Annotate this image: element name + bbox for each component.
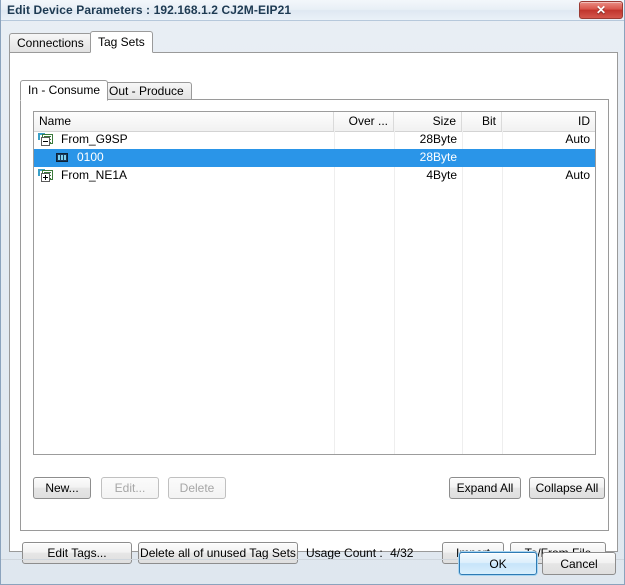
- delete-button[interactable]: Delete: [168, 477, 226, 499]
- cell-size: 4Byte: [426, 168, 457, 182]
- cancel-button[interactable]: Cancel: [542, 552, 616, 575]
- table-row[interactable]: From_G9SP 28Byte Auto: [34, 131, 595, 149]
- column-header-over[interactable]: Over ...: [334, 112, 394, 131]
- tagset-expand-icon[interactable]: [38, 169, 54, 183]
- table-row[interactable]: 0100 28Byte: [34, 149, 595, 167]
- usage-count-label: Usage Count : 4/32: [306, 546, 413, 560]
- tagset-collapse-icon[interactable]: [38, 133, 54, 147]
- cell-over: [334, 167, 394, 185]
- tab-strip: Connections Tag Sets: [9, 31, 618, 53]
- collapse-all-button[interactable]: Collapse All: [529, 477, 605, 499]
- cell-over: [334, 149, 394, 167]
- grid-rows: From_G9SP 28Byte Auto 0100 28Byte From_N…: [34, 131, 595, 454]
- close-icon: ✕: [595, 3, 607, 17]
- cell-over: [334, 131, 394, 149]
- window-title: Edit Device Parameters : 192.168.1.2 CJ2…: [7, 3, 292, 17]
- table-row[interactable]: From_NE1A 4Byte Auto: [34, 167, 595, 185]
- inner-tab-strip: In - Consume Out - Produce: [20, 80, 609, 101]
- cell-size: 28Byte: [419, 150, 457, 164]
- expand-all-button[interactable]: Expand All: [449, 477, 521, 499]
- tag-member-icon: [56, 153, 68, 162]
- cell-id: Auto: [565, 168, 590, 182]
- tab-in-consume[interactable]: In - Consume: [20, 80, 109, 101]
- grid-header-row: Name Over ... Size Bit ID: [34, 112, 595, 132]
- cell-name: 0100: [77, 150, 104, 164]
- cell-id: Auto: [565, 132, 590, 146]
- column-header-size[interactable]: Size: [394, 112, 462, 131]
- in-consume-panel: Name Over ... Size Bit ID From_G9SP 28By…: [20, 99, 609, 531]
- tab-out-produce[interactable]: Out - Produce: [101, 82, 192, 100]
- tab-connections[interactable]: Connections: [9, 33, 92, 52]
- title-bar: Edit Device Parameters : 192.168.1.2 CJ2…: [1, 0, 624, 21]
- ok-button[interactable]: OK: [459, 552, 537, 575]
- delete-unused-tagsets-button[interactable]: Delete all of unused Tag Sets: [138, 542, 298, 564]
- column-header-bit[interactable]: Bit: [462, 112, 502, 131]
- cell-name: From_G9SP: [61, 132, 128, 146]
- new-button[interactable]: New...: [33, 477, 91, 499]
- edit-button[interactable]: Edit...: [101, 477, 159, 499]
- cell-name: From_NE1A: [61, 168, 128, 182]
- tag-set-grid[interactable]: Name Over ... Size Bit ID From_G9SP 28By…: [33, 111, 596, 455]
- column-header-id[interactable]: ID: [502, 112, 595, 131]
- cell-bit: [462, 149, 502, 167]
- tag-sets-tab-page: In - Consume Out - Produce Name Over ...…: [9, 52, 618, 564]
- usage-count-text: Usage Count :: [306, 546, 383, 560]
- cell-id: [502, 149, 595, 167]
- usage-count-value: 4/32: [390, 546, 414, 560]
- dialog-content: Connections Tag Sets In - Consume Out - …: [1, 21, 624, 584]
- column-header-name[interactable]: Name: [34, 112, 334, 131]
- cell-size: 28Byte: [419, 132, 457, 146]
- cell-bit: [462, 167, 502, 185]
- tab-tag-sets[interactable]: Tag Sets: [90, 31, 153, 53]
- edit-device-parameters-dialog: Edit Device Parameters : 192.168.1.2 CJ2…: [0, 0, 625, 585]
- edit-tags-button[interactable]: Edit Tags...: [22, 542, 132, 564]
- close-button[interactable]: ✕: [579, 1, 623, 19]
- cell-bit: [462, 131, 502, 149]
